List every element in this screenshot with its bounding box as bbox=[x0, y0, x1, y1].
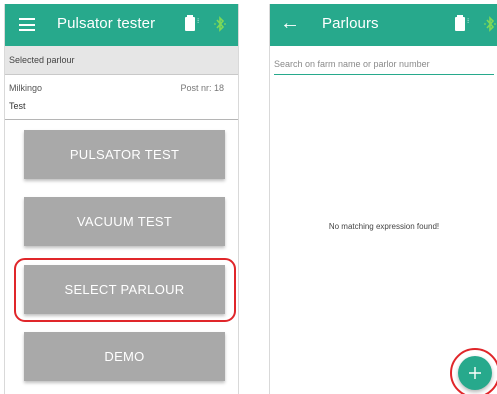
farm-name: Milkingo bbox=[9, 83, 43, 93]
app-bar: ← Parlours ⁝ bbox=[270, 4, 497, 46]
demo-button[interactable]: DEMO bbox=[24, 332, 225, 381]
section-label: Selected parlour bbox=[9, 55, 75, 65]
parlour-name: Test bbox=[9, 101, 26, 111]
back-arrow-icon[interactable]: ← bbox=[280, 12, 300, 34]
selected-parlour-info: Milkingo Post nr: 18 Test bbox=[5, 75, 238, 120]
pulsator-test-button[interactable]: PULSATOR TEST bbox=[24, 130, 225, 179]
app-bar: Pulsator tester ⁝ bbox=[5, 4, 238, 46]
empty-state-message: No matching expression found! bbox=[328, 222, 440, 231]
hamburger-menu-icon[interactable] bbox=[19, 18, 35, 31]
search-input[interactable] bbox=[274, 55, 494, 73]
selected-parlour-header: Selected parlour bbox=[5, 46, 238, 75]
add-button-highlight bbox=[450, 348, 497, 394]
search-field[interactable] bbox=[274, 54, 494, 75]
battery-icon bbox=[455, 15, 465, 31]
parlours-screen: ← Parlours ⁝ No matching expression foun… bbox=[269, 4, 497, 394]
vacuum-test-button[interactable]: VACUUM TEST bbox=[24, 197, 225, 246]
bluetooth-icon[interactable] bbox=[483, 15, 497, 33]
battery-indicator-icon: ⁝ bbox=[467, 18, 470, 25]
post-number: Post nr: 18 bbox=[180, 83, 224, 93]
select-parlour-highlight bbox=[14, 258, 236, 322]
battery-indicator-icon: ⁝ bbox=[197, 18, 200, 25]
app-title: Pulsator tester bbox=[57, 15, 156, 32]
bluetooth-icon[interactable] bbox=[213, 15, 227, 33]
app-title: Parlours bbox=[322, 15, 379, 32]
battery-icon bbox=[185, 15, 195, 31]
main-screen: Pulsator tester ⁝ Selected parlour Milki… bbox=[4, 4, 239, 394]
